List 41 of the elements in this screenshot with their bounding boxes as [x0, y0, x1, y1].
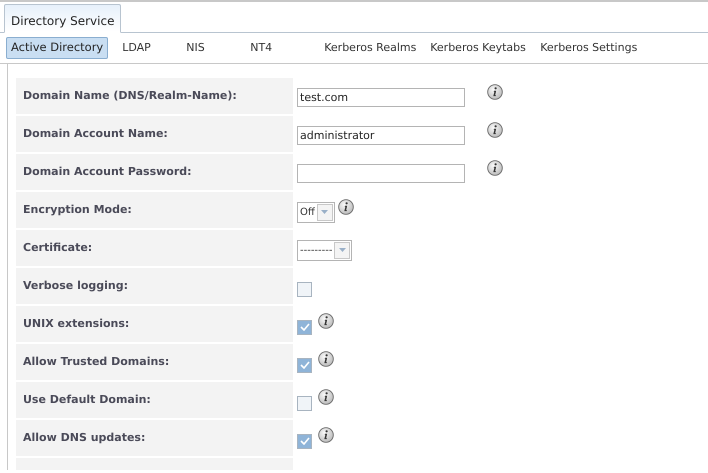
- sub-tab[interactable]: NT4: [250, 37, 324, 59]
- field-label: UNIX extensions:: [23, 316, 130, 332]
- info-icon[interactable]: [318, 351, 334, 367]
- info-icon[interactable]: [318, 313, 334, 329]
- info-icon[interactable]: [338, 199, 354, 215]
- checkbox[interactable]: [297, 434, 312, 448]
- sub-tab[interactable]: Kerberos Keytabs: [430, 37, 540, 59]
- field-label: Allow Trusted Domains:: [23, 354, 170, 370]
- caret-icon: [321, 210, 328, 214]
- info-icon[interactable]: [487, 84, 503, 100]
- info-icon[interactable]: [487, 122, 503, 138]
- select-field[interactable]: Off: [297, 202, 335, 222]
- check-icon: [300, 323, 310, 331]
- field-label: Allow DNS updates:: [23, 430, 146, 446]
- field-label: Domain Account Password:: [23, 164, 192, 180]
- field-label: Certificate:: [23, 240, 92, 256]
- check-icon: [300, 437, 310, 445]
- sub-tab[interactable]: Kerberos Settings: [540, 37, 650, 59]
- field-label: Domain Account Name:: [23, 126, 168, 142]
- sub-tab[interactable]: NIS: [186, 37, 250, 59]
- input-field[interactable]: test.com: [297, 88, 465, 106]
- caret-icon: [338, 248, 346, 252]
- sub-tab[interactable]: Active Directory: [6, 37, 108, 59]
- select-field[interactable]: ---------: [297, 240, 352, 260]
- check-icon: [300, 361, 310, 369]
- input-field[interactable]: administrator: [297, 126, 465, 144]
- tab[interactable]: Directory Service: [4, 4, 122, 33]
- info-icon[interactable]: [318, 389, 334, 405]
- checkbox[interactable]: [297, 282, 312, 296]
- checkbox[interactable]: [297, 396, 312, 410]
- field-label: Domain Name (DNS/Realm-Name):: [23, 88, 237, 104]
- sub-tab[interactable]: LDAP: [122, 37, 186, 59]
- input-field[interactable]: [297, 164, 465, 182]
- field-label: Verbose logging:: [23, 278, 128, 294]
- info-icon[interactable]: [487, 160, 503, 176]
- field-label: Use Default Domain:: [23, 392, 151, 408]
- field-label: Encryption Mode:: [23, 202, 132, 218]
- checkbox[interactable]: [297, 358, 312, 372]
- info-icon[interactable]: [318, 427, 334, 443]
- sub-tab[interactable]: Kerberos Realms: [324, 37, 430, 59]
- checkbox[interactable]: [297, 320, 312, 334]
